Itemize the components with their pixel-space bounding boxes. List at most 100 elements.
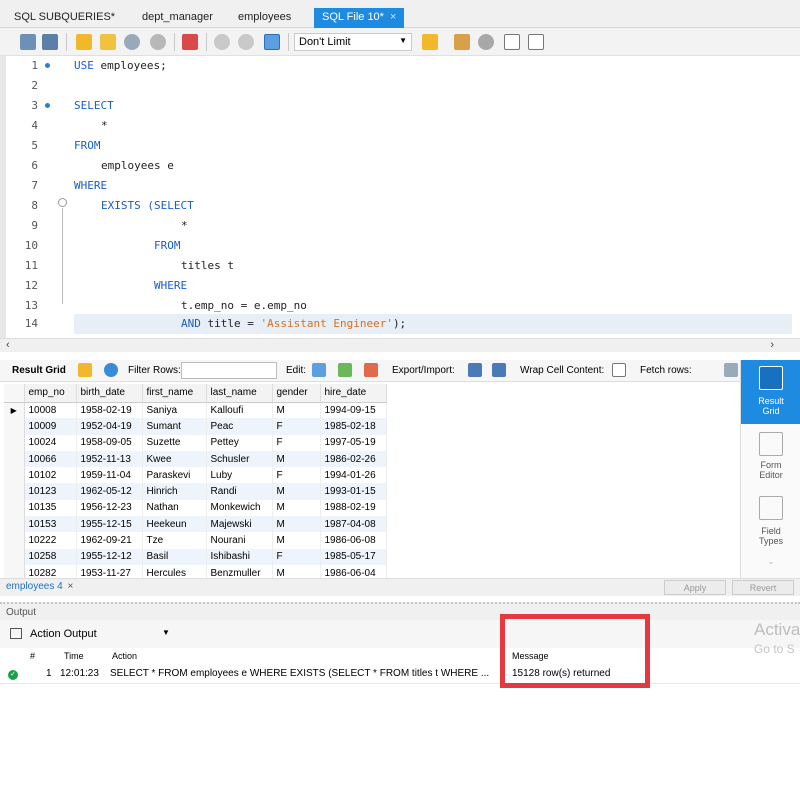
- column-header-hire-date[interactable]: hire_date: [320, 384, 387, 403]
- table-cell[interactable]: 10066: [24, 450, 77, 468]
- revert-button[interactable]: Revert: [732, 580, 794, 595]
- table-cell[interactable]: F: [272, 434, 321, 451]
- table-row[interactable]: 10222 1962-09-21 Tze Nourani M 1986-06-08: [4, 532, 387, 549]
- table-cell[interactable]: 1986-06-08: [320, 532, 387, 549]
- scroll-right-icon[interactable]: ›: [770, 339, 774, 351]
- column-header-emp-no[interactable]: emp_no: [24, 384, 77, 403]
- table-cell[interactable]: M: [272, 402, 321, 419]
- table-row[interactable]: 10102 1959-11-04 Paraskevi Luby F 1994-01-26: [4, 467, 387, 484]
- table-cell[interactable]: 1958-02-19: [76, 402, 143, 419]
- copy-icon[interactable]: [10, 628, 22, 639]
- import-icon[interactable]: [492, 363, 506, 377]
- row-marker[interactable]: [4, 418, 25, 435]
- table-cell[interactable]: Basil: [142, 548, 207, 565]
- open-folder-icon[interactable]: [20, 34, 36, 50]
- result-grid[interactable]: emp_no birth_date first_name last_name g…: [4, 384, 398, 582]
- table-cell[interactable]: Heekeun: [142, 516, 207, 533]
- result-tab-employees-4[interactable]: employees 4 ×: [6, 581, 73, 592]
- apply-button[interactable]: Apply: [664, 580, 726, 595]
- table-cell[interactable]: 1985-05-17: [320, 548, 387, 565]
- table-cell[interactable]: 1985-02-18: [320, 418, 387, 435]
- explain-magnifier-icon[interactable]: [124, 34, 140, 50]
- table-cell[interactable]: M: [272, 532, 321, 549]
- find-icon[interactable]: [478, 34, 494, 50]
- table-cell[interactable]: 1988-02-19: [320, 499, 387, 517]
- table-cell[interactable]: Nourani: [206, 532, 273, 549]
- action-output-select[interactable]: Action Output: [30, 628, 97, 640]
- autocommit-toggle-icon[interactable]: [264, 34, 280, 50]
- table-cell[interactable]: Kalloufi: [206, 402, 273, 419]
- scroll-left-icon[interactable]: ‹: [6, 339, 10, 351]
- row-marker[interactable]: [4, 434, 25, 451]
- table-cell[interactable]: 1952-11-13: [76, 450, 143, 468]
- column-header-birth-date[interactable]: birth_date: [76, 384, 143, 403]
- table-cell[interactable]: F: [272, 467, 321, 484]
- close-icon[interactable]: ×: [67, 581, 73, 592]
- table-cell[interactable]: Ishibashi: [206, 548, 273, 565]
- table-cell[interactable]: 1956-12-23: [76, 499, 143, 517]
- row-marker[interactable]: [4, 516, 25, 533]
- row-marker[interactable]: [4, 450, 25, 468]
- table-cell[interactable]: 10024: [24, 434, 77, 451]
- table-row[interactable]: 10258 1955-12-12 Basil Ishibashi F 1985-05-17: [4, 548, 387, 565]
- column-header-gender[interactable]: gender: [272, 384, 321, 403]
- fold-toggle-icon[interactable]: [58, 198, 67, 207]
- table-cell[interactable]: Luby: [206, 467, 273, 484]
- editor-horizontal-scrollbar[interactable]: ‹ ›: [0, 338, 800, 352]
- table-cell[interactable]: 10222: [24, 532, 77, 549]
- table-row[interactable]: 10024 1958-09-05 Suzette Pettey F 1997-05-19: [4, 434, 387, 451]
- field-types-view-button[interactable]: Field Types: [741, 494, 800, 550]
- result-grid-view-button[interactable]: Result Grid: [741, 360, 800, 424]
- commit-icon[interactable]: [214, 34, 230, 50]
- table-row[interactable]: 10123 1962-05-12 Hinrich Randi M 1993-01-15: [4, 483, 387, 500]
- tab-sql-file-10[interactable]: SQL File 10* ×: [314, 8, 405, 28]
- tab-dept-manager[interactable]: dept_manager: [134, 8, 221, 28]
- toggle-error-icon[interactable]: [182, 34, 198, 50]
- tab-employees[interactable]: employees: [230, 8, 299, 28]
- limit-rows-select[interactable]: Don't Limit ▼: [294, 33, 412, 51]
- execute-lightning-icon[interactable]: [76, 34, 92, 50]
- column-header-last-name[interactable]: last_name: [206, 384, 273, 403]
- table-cell[interactable]: M: [272, 483, 321, 500]
- table-cell[interactable]: Suzette: [142, 434, 207, 451]
- row-marker[interactable]: [4, 532, 25, 549]
- sql-editor[interactable]: 1 USE employees; 2 3 SELECT 4 * 5 FROM 6 empl…: [0, 56, 800, 338]
- table-cell[interactable]: Tze: [142, 532, 207, 549]
- table-cell[interactable]: M: [272, 499, 321, 517]
- column-header-first-name[interactable]: first_name: [142, 384, 207, 403]
- save-icon[interactable]: [42, 34, 58, 50]
- table-cell[interactable]: 1987-04-08: [320, 516, 387, 533]
- table-cell[interactable]: 10135: [24, 499, 77, 517]
- wrap-lines-icon[interactable]: [528, 34, 544, 50]
- table-row[interactable]: 10153 1955-12-15 Heekeun Majewski M 1987-04-0…: [4, 516, 387, 533]
- filter-rows-input[interactable]: [181, 362, 277, 379]
- table-cell[interactable]: Sumant: [142, 418, 207, 435]
- edit-row-icon[interactable]: [312, 363, 326, 377]
- form-editor-view-button[interactable]: Form Editor: [741, 430, 800, 486]
- row-marker[interactable]: [4, 548, 25, 565]
- table-cell[interactable]: Saniya: [142, 402, 207, 419]
- invisible-chars-icon[interactable]: [504, 34, 520, 50]
- refresh-icon[interactable]: [104, 363, 118, 377]
- table-row[interactable]: 10066 1952-11-13 Kwee Schusler M 1986-02-26: [4, 450, 387, 468]
- table-cell[interactable]: M: [272, 450, 321, 468]
- table-row[interactable]: 10135 1956-12-23 Nathan Monkewich M 1988-02-1…: [4, 499, 387, 517]
- table-cell[interactable]: Nathan: [142, 499, 207, 517]
- tab-sql-subqueries[interactable]: SQL SUBQUERIES*: [6, 8, 123, 28]
- favorite-star-icon[interactable]: [422, 34, 438, 50]
- table-cell[interactable]: 1955-12-15: [76, 516, 143, 533]
- add-row-icon[interactable]: [338, 363, 352, 377]
- table-cell[interactable]: 1997-05-19: [320, 434, 387, 451]
- table-cell[interactable]: 1962-09-21: [76, 532, 143, 549]
- chevron-down-icon[interactable]: ⌄: [741, 556, 800, 572]
- table-cell[interactable]: F: [272, 418, 321, 435]
- table-cell[interactable]: 1962-05-12: [76, 483, 143, 500]
- table-cell[interactable]: 10102: [24, 467, 77, 484]
- row-marker[interactable]: [4, 499, 25, 517]
- stop-icon[interactable]: [150, 34, 166, 50]
- delete-row-icon[interactable]: [364, 363, 378, 377]
- wrap-cell-icon[interactable]: [612, 363, 626, 377]
- table-cell[interactable]: 1952-04-19: [76, 418, 143, 435]
- table-cell[interactable]: 1993-01-15: [320, 483, 387, 500]
- table-row[interactable]: 10009 1952-04-19 Sumant Peac F 1985-02-18: [4, 418, 387, 435]
